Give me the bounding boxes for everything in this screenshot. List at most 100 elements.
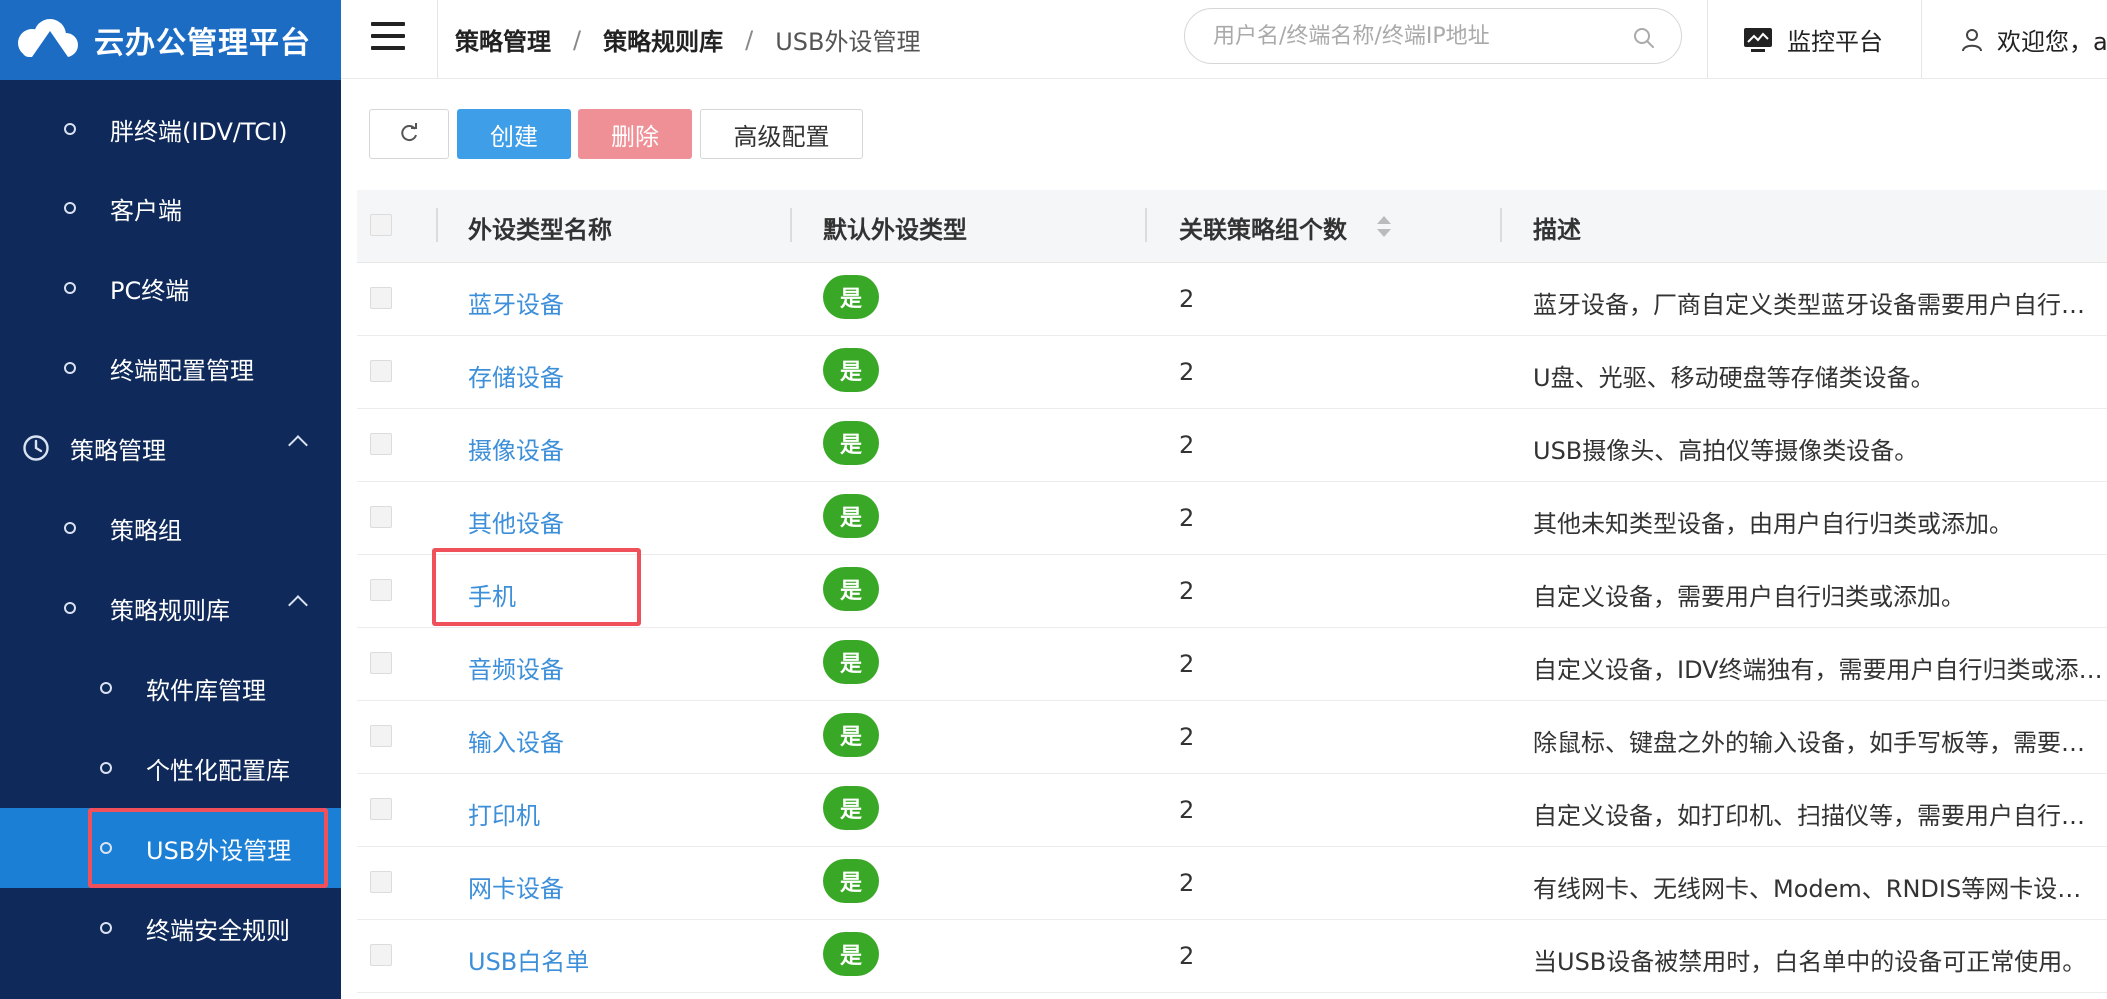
device-description: 自定义设备，如打印机、扫描仪等，需要用户自行归类或添加。 (1533, 802, 2105, 830)
row-checkbox[interactable] (370, 871, 392, 893)
default-type-badge: 是 (823, 421, 879, 465)
sidebar-item-label: 策略管理 (70, 436, 166, 465)
sidebar-item-label: 个性化配置库 (146, 756, 290, 785)
create-button[interactable]: 创建 (457, 109, 571, 159)
policy-group-count: 2 (1179, 358, 1195, 386)
row-checkbox[interactable] (370, 360, 392, 382)
breadcrumb-separator: / (573, 25, 582, 54)
table-row: 手机 是 2 自定义设备，需要用户自行归类或添加。 (357, 555, 2107, 628)
column-header-name: 外设类型名称 (468, 216, 612, 244)
policy-group-count: 2 (1179, 650, 1195, 678)
device-type-name-link[interactable]: 打印机 (468, 796, 540, 831)
policy-group-count: 2 (1179, 796, 1195, 824)
default-type-badge: 是 (823, 786, 879, 830)
row-checkbox[interactable] (370, 798, 392, 820)
header-divider (437, 0, 438, 78)
row-checkbox[interactable] (370, 652, 392, 674)
sidebar-item-personal-config-library[interactable]: 个性化配置库 (0, 728, 341, 808)
brand-name: 云办公管理平台 (94, 26, 311, 61)
bullet-icon (64, 522, 76, 534)
device-type-name-link[interactable]: 蓝牙设备 (468, 285, 564, 320)
sidebar-item-policy-rule-library[interactable]: 策略规则库 (0, 568, 341, 648)
hamburger-menu-icon[interactable] (371, 22, 405, 50)
device-type-name-link[interactable]: 手机 (468, 577, 516, 612)
device-type-name-link[interactable]: 其他设备 (468, 504, 564, 539)
column-header-count[interactable]: 关联策略组个数 (1179, 210, 1347, 245)
sidebar-item-terminal-security-rules[interactable]: 终端安全规则 (0, 888, 341, 968)
advanced-config-button[interactable]: 高级配置 (700, 109, 863, 159)
search-input[interactable] (1211, 22, 1615, 50)
sidebar-item-fat-terminal[interactable]: 胖终端(IDV/TCI) (0, 89, 341, 169)
sidebar-item-label: 终端安全规则 (146, 916, 290, 945)
default-type-badge: 是 (823, 494, 879, 538)
default-type-badge: 是 (823, 859, 879, 903)
sidebar-item-policy-management[interactable]: 策略管理 (0, 408, 341, 488)
user-menu[interactable]: 欢迎您，a (1961, 22, 2107, 57)
device-type-name-link[interactable]: 网卡设备 (468, 869, 564, 904)
device-type-name-link[interactable]: USB白名单 (468, 942, 589, 977)
device-description: U盘、光驱、移动硬盘等存储类设备。 (1533, 364, 1935, 392)
row-checkbox[interactable] (370, 433, 392, 455)
column-header-default: 默认外设类型 (823, 216, 967, 244)
monitor-platform-button[interactable]: 监控平台 (1743, 22, 1883, 57)
bullet-icon (64, 123, 76, 135)
search-icon[interactable] (1633, 27, 1655, 49)
chevron-up-icon (288, 595, 308, 615)
row-checkbox[interactable] (370, 725, 392, 747)
clock-icon (23, 435, 49, 461)
sidebar: 云办公管理平台 胖终端(IDV/TCI) 客户端 PC终端 终端配置管理 策略管… (0, 0, 341, 999)
bullet-icon (64, 362, 76, 374)
default-type-badge: 是 (823, 932, 879, 976)
sidebar-item-label: 软件库管理 (146, 676, 266, 705)
breadcrumb-item[interactable]: 策略管理 (455, 22, 551, 57)
breadcrumb: 策略管理 / 策略规则库 / USB外设管理 (455, 22, 920, 57)
row-checkbox[interactable] (370, 579, 392, 601)
row-checkbox[interactable] (370, 287, 392, 309)
device-type-name-link[interactable]: 输入设备 (468, 723, 564, 758)
bullet-icon (100, 842, 112, 854)
table-row: 音频设备 是 2 自定义设备，IDV终端独有，需要用户自行归类或添加。 (357, 628, 2107, 701)
bullet-icon (64, 602, 76, 614)
device-type-name-link[interactable]: 存储设备 (468, 358, 564, 393)
device-type-name-link[interactable]: 音频设备 (468, 650, 564, 685)
table-row: 摄像设备 是 2 USB摄像头、高拍仪等摄像类设备。 (357, 409, 2107, 482)
delete-button[interactable]: 删除 (578, 109, 692, 159)
default-type-badge: 是 (823, 567, 879, 611)
cloud-logo-icon (18, 19, 78, 57)
sidebar-item-pc-terminal[interactable]: PC终端 (0, 248, 341, 328)
column-divider (1500, 208, 1502, 242)
policy-group-count: 2 (1179, 285, 1195, 313)
sidebar-item-label: 终端配置管理 (110, 356, 254, 385)
search-box (1184, 8, 1682, 64)
sidebar-item-software-library[interactable]: 软件库管理 (0, 648, 341, 728)
sidebar-item-label: 策略规则库 (110, 596, 230, 625)
default-type-badge: 是 (823, 713, 879, 757)
header-divider (1707, 0, 1708, 78)
sidebar-item-label: 胖终端(IDV/TCI) (110, 117, 288, 146)
table-row: 输入设备 是 2 除鼠标、键盘之外的输入设备，如手写板等，需要用户自行归类或添加。 (357, 701, 2107, 774)
header-divider (1921, 0, 1922, 78)
sidebar-item-label: 策略组 (110, 516, 182, 545)
sidebar-item-usb-device-management[interactable]: USB外设管理 (0, 808, 341, 888)
column-divider (436, 208, 438, 242)
table-row: 存储设备 是 2 U盘、光驱、移动硬盘等存储类设备。 (357, 336, 2107, 409)
table-row: USB白名单 是 2 当USB设备被禁用时，白名单中的设备可正常使用。 (357, 920, 2107, 993)
sidebar-item-policy-group[interactable]: 策略组 (0, 488, 341, 568)
table-row: 其他设备 是 2 其他未知类型设备，由用户自行归类或添加。 (357, 482, 2107, 555)
sidebar-item-client[interactable]: 客户端 (0, 168, 341, 248)
select-all-checkbox[interactable] (370, 214, 392, 236)
device-description: 自定义设备，需要用户自行归类或添加。 (1533, 583, 1965, 611)
breadcrumb-item[interactable]: 策略规则库 (603, 22, 723, 57)
user-icon (1962, 28, 1982, 51)
bullet-icon (64, 202, 76, 214)
sort-icon[interactable] (1377, 216, 1391, 238)
row-checkbox[interactable] (370, 944, 392, 966)
sidebar-item-terminal-config[interactable]: 终端配置管理 (0, 328, 341, 408)
sidebar-item-label: USB外设管理 (146, 836, 292, 865)
device-type-name-link[interactable]: 摄像设备 (468, 431, 564, 466)
usb-device-table: 外设类型名称 默认外设类型 关联策略组个数 描述 蓝牙设备是 2 蓝牙设备，厂商自定… (357, 190, 2107, 993)
device-description: 除鼠标、键盘之外的输入设备，如手写板等，需要用户自行归类或添加。 (1533, 729, 2105, 757)
row-checkbox[interactable] (370, 506, 392, 528)
table-row: 打印机 是 2 自定义设备，如打印机、扫描仪等，需要用户自行归类或添加。 (357, 774, 2107, 847)
refresh-button[interactable] (369, 109, 449, 159)
